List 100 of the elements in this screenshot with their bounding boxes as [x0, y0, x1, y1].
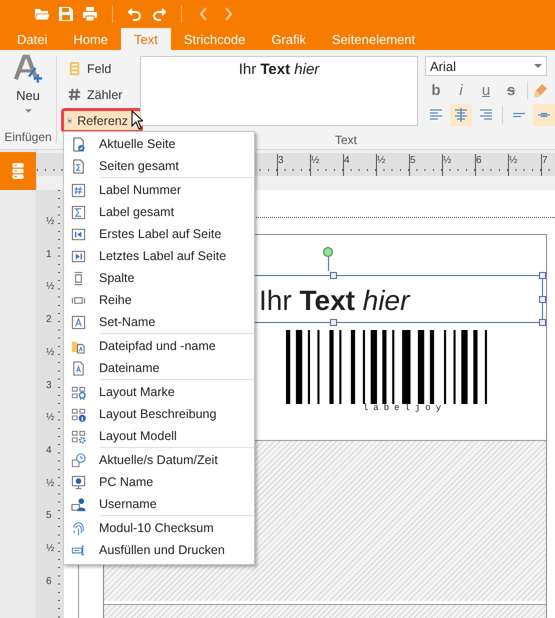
menu-item-label: Letztes Label auf Seite — [99, 249, 226, 263]
clock-icon — [71, 452, 86, 468]
ruler-label: ½ — [310, 154, 320, 176]
menu-item-label: Layout Beschreibung — [99, 407, 216, 421]
caret-icon — [534, 64, 542, 68]
font-dropdown[interactable]: Arial — [425, 56, 547, 76]
ruler-label: 4 — [343, 154, 350, 176]
ruler-label: ½ — [46, 346, 54, 358]
resize-handle[interactable] — [539, 272, 546, 279]
ruler-label: 6 — [46, 576, 52, 587]
print-icon[interactable] — [82, 6, 98, 22]
ruler-label: ½ — [46, 281, 54, 292]
eraser-icon[interactable] — [533, 82, 548, 98]
menu-item-label: Layout Marke — [99, 385, 175, 399]
layout-badge-icon — [71, 384, 86, 400]
ruler-label: 2 — [46, 314, 52, 326]
menu-item[interactable]: Seiten gesamt — [64, 155, 254, 177]
menu-item[interactable]: Layout Modell — [64, 425, 254, 447]
format-button[interactable]: s — [500, 79, 522, 101]
hash-icon — [71, 182, 86, 198]
sigma-icon — [71, 204, 86, 220]
fingerprint-icon — [71, 520, 86, 536]
sidebar-tab[interactable] — [0, 152, 36, 190]
menu-item-label: Ausfüllen und Drucken — [99, 543, 225, 557]
group-label: Text — [334, 134, 357, 147]
ruler-label: ½ — [46, 543, 54, 554]
file-icon — [71, 360, 86, 376]
save-icon[interactable] — [58, 6, 74, 22]
caret-icon — [24, 109, 32, 113]
menu-item[interactable]: Erstes Label auf Seite — [64, 223, 254, 245]
align-top-icon — [513, 113, 525, 117]
folder-icon[interactable] — [34, 6, 50, 22]
hash-icon — [67, 87, 82, 102]
ruler-label: 6 — [475, 154, 482, 176]
menu-item-label: Spalte — [99, 271, 134, 285]
menu-item-label: Layout Modell — [99, 429, 177, 443]
menu-item-label: Modul-10 Checksum — [99, 521, 214, 535]
ruler-label: 3 — [277, 154, 284, 176]
insert-button[interactable]: Zähler — [61, 82, 143, 107]
menu-item-label: Seiten gesamt — [99, 159, 179, 173]
menu-item[interactable]: PC Name — [64, 471, 254, 493]
resize-handle[interactable] — [539, 319, 546, 326]
resize-handle[interactable] — [330, 319, 337, 326]
layout-info-icon — [71, 406, 86, 422]
menu-item[interactable]: Letztes Label auf Seite — [64, 245, 254, 267]
menu-item-label: Label Nummer — [99, 183, 181, 197]
undo-icon[interactable] — [127, 6, 143, 22]
new-text-icon — [13, 54, 43, 84]
menu-item[interactable]: Username — [64, 493, 254, 515]
ruler-label: ½ — [46, 412, 54, 424]
format-button[interactable]: i — [450, 79, 472, 101]
align-center-icon — [453, 107, 469, 123]
ruler-label: 1 — [46, 248, 52, 260]
vertical-align-button[interactable] — [533, 104, 555, 126]
menu-item[interactable]: Aktuelle Seite — [64, 133, 254, 155]
font-name: Arial — [430, 58, 456, 74]
ruler-label: 5 — [409, 154, 416, 176]
align-button[interactable] — [450, 104, 472, 126]
redo-icon[interactable] — [151, 6, 167, 22]
menu-item[interactable]: Modul-10 Checksum — [64, 517, 254, 539]
align-middle-icon — [538, 113, 550, 117]
field-list-icon — [67, 61, 82, 76]
page-sigma-icon — [71, 158, 86, 174]
last-icon — [71, 248, 86, 264]
ruler-label: 4 — [46, 444, 52, 456]
ruler-label: ½ — [376, 154, 386, 176]
menu-item-label: Aktuelle/s Datum/Zeit — [99, 453, 218, 467]
menu-item[interactable]: Dateipfad und -name — [64, 335, 254, 357]
ruler-label: 3 — [46, 380, 52, 390]
menu-item[interactable]: Ausfüllen und Drucken — [64, 539, 254, 561]
user-icon — [71, 496, 86, 512]
menu-item[interactable]: Aktuelle/s Datum/Zeit — [64, 449, 254, 471]
label-text: Ihr Text hier — [259, 285, 410, 317]
new-button[interactable]: Neu — [7, 50, 49, 126]
resize-handle[interactable] — [539, 296, 546, 303]
layout-gear-icon — [71, 428, 86, 444]
ruler-label: ½ — [442, 154, 452, 176]
menu-item-label: Erstes Label auf Seite — [99, 227, 222, 241]
menu-item-label: Username — [99, 497, 157, 511]
resize-handle[interactable] — [330, 272, 337, 279]
menu-item[interactable]: Label gesamt — [64, 201, 254, 223]
menu-item-label: Label gesamt — [99, 205, 174, 219]
menu-item[interactable]: Layout Beschreibung — [64, 403, 254, 425]
format-button[interactable]: b — [425, 79, 447, 101]
monitor-icon — [71, 474, 86, 490]
menu-item-label: Set-Name — [99, 315, 156, 329]
letter-box-icon — [71, 314, 86, 330]
ruler-label: 5 — [46, 510, 52, 522]
barcode-text: labeljoy — [362, 403, 446, 413]
page-check-icon — [71, 136, 86, 152]
group-label: Einfügen — [4, 130, 52, 144]
menu-item-label: Aktuelle Seite — [99, 137, 176, 151]
ruler-label: ½ — [508, 154, 518, 176]
menu-item[interactable]: Layout Marke — [64, 381, 254, 403]
menu-item[interactable]: Dateiname — [64, 357, 254, 379]
menu-item-label: Dateiname — [99, 361, 160, 375]
rotation-handle[interactable] — [323, 247, 333, 271]
format-button[interactable]: u — [475, 79, 497, 101]
menu-item[interactable]: Label Nummer — [64, 179, 254, 201]
ruler-label: ½ — [46, 478, 54, 489]
